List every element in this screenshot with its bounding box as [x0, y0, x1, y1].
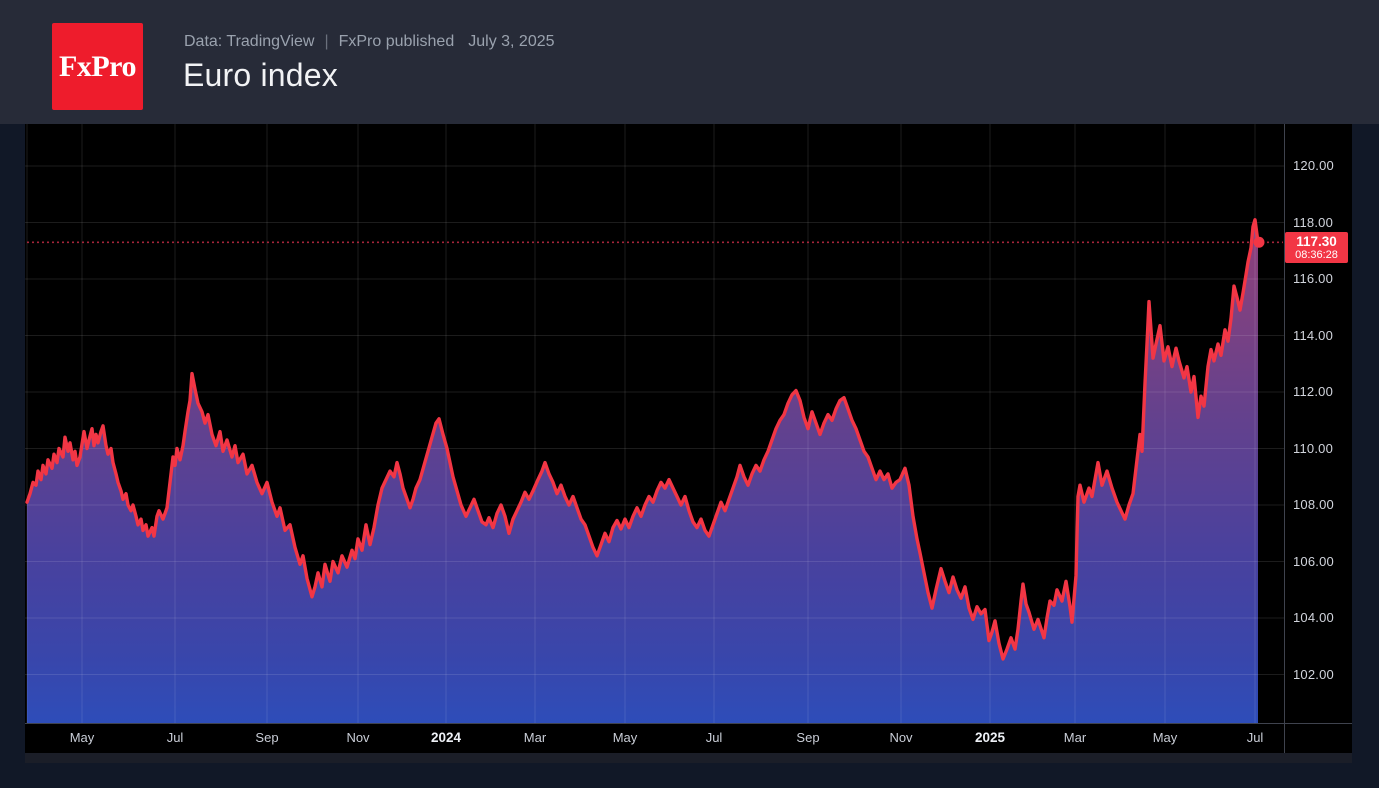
x-axis-label: May — [595, 723, 655, 753]
x-axis-label: Nov — [328, 723, 388, 753]
y-axis-label: 114.00 — [1293, 327, 1333, 345]
x-axis-label: Sep — [237, 723, 297, 753]
price-chart[interactable]: 120.00 118.00 116.00 114.00 112.00 110.00 108.… — [25, 124, 1352, 753]
last-price-value: 117.30 — [1296, 234, 1337, 249]
chart-meta-line: Data: TradingView | FxPro published July 3,… — [184, 33, 555, 51]
meta-divider: | — [324, 33, 328, 50]
y-axis-label: 116.00 — [1293, 270, 1333, 288]
y-axis-label: 102.00 — [1293, 666, 1334, 684]
x-axis-label: Jul — [684, 723, 744, 753]
publish-date: July 3, 2025 — [468, 33, 554, 50]
x-axis-label: Mar — [1045, 723, 1105, 753]
x-axis-label: May — [1135, 723, 1195, 753]
last-price-time: 08:36:28 — [1295, 249, 1338, 261]
chart-canvas[interactable] — [25, 124, 1352, 753]
bottom-toolbar-strip — [25, 753, 1352, 763]
y-axis-label: 106.00 — [1293, 553, 1334, 571]
data-source-label: Data: TradingView — [184, 33, 314, 50]
fxpro-logo: FxPro — [52, 23, 143, 110]
fxpro-logo-text: FxPro — [59, 50, 136, 84]
x-axis-label: Jul — [1225, 723, 1285, 753]
y-axis-label: 112.00 — [1293, 383, 1333, 401]
x-axis-label: May — [52, 723, 112, 753]
y-axis-label: 120.00 — [1293, 157, 1334, 175]
y-axis-label: 108.00 — [1293, 496, 1334, 514]
x-axis-label: Nov — [871, 723, 931, 753]
x-axis-label: 2024 — [416, 723, 476, 753]
page-frame: FxPro Data: TradingView | FxPro published J… — [0, 0, 1379, 788]
header-bar: FxPro Data: TradingView | FxPro published J… — [0, 0, 1379, 124]
y-axis-label: 104.00 — [1293, 609, 1334, 627]
x-axis-label: 2025 — [960, 723, 1020, 753]
x-axis-label: Mar — [505, 723, 565, 753]
publisher-label: FxPro published — [339, 33, 455, 50]
y-axis-label: 110.00 — [1293, 440, 1333, 458]
x-axis-label: Jul — [145, 723, 205, 753]
last-price-badge: 117.30 08:36:28 — [1285, 232, 1348, 263]
y-axis-label: 118.00 — [1293, 214, 1333, 232]
x-axis-label: Sep — [778, 723, 838, 753]
page-title: Euro index — [183, 57, 338, 94]
last-price-dot — [1254, 237, 1265, 248]
area-fill — [27, 220, 1258, 723]
